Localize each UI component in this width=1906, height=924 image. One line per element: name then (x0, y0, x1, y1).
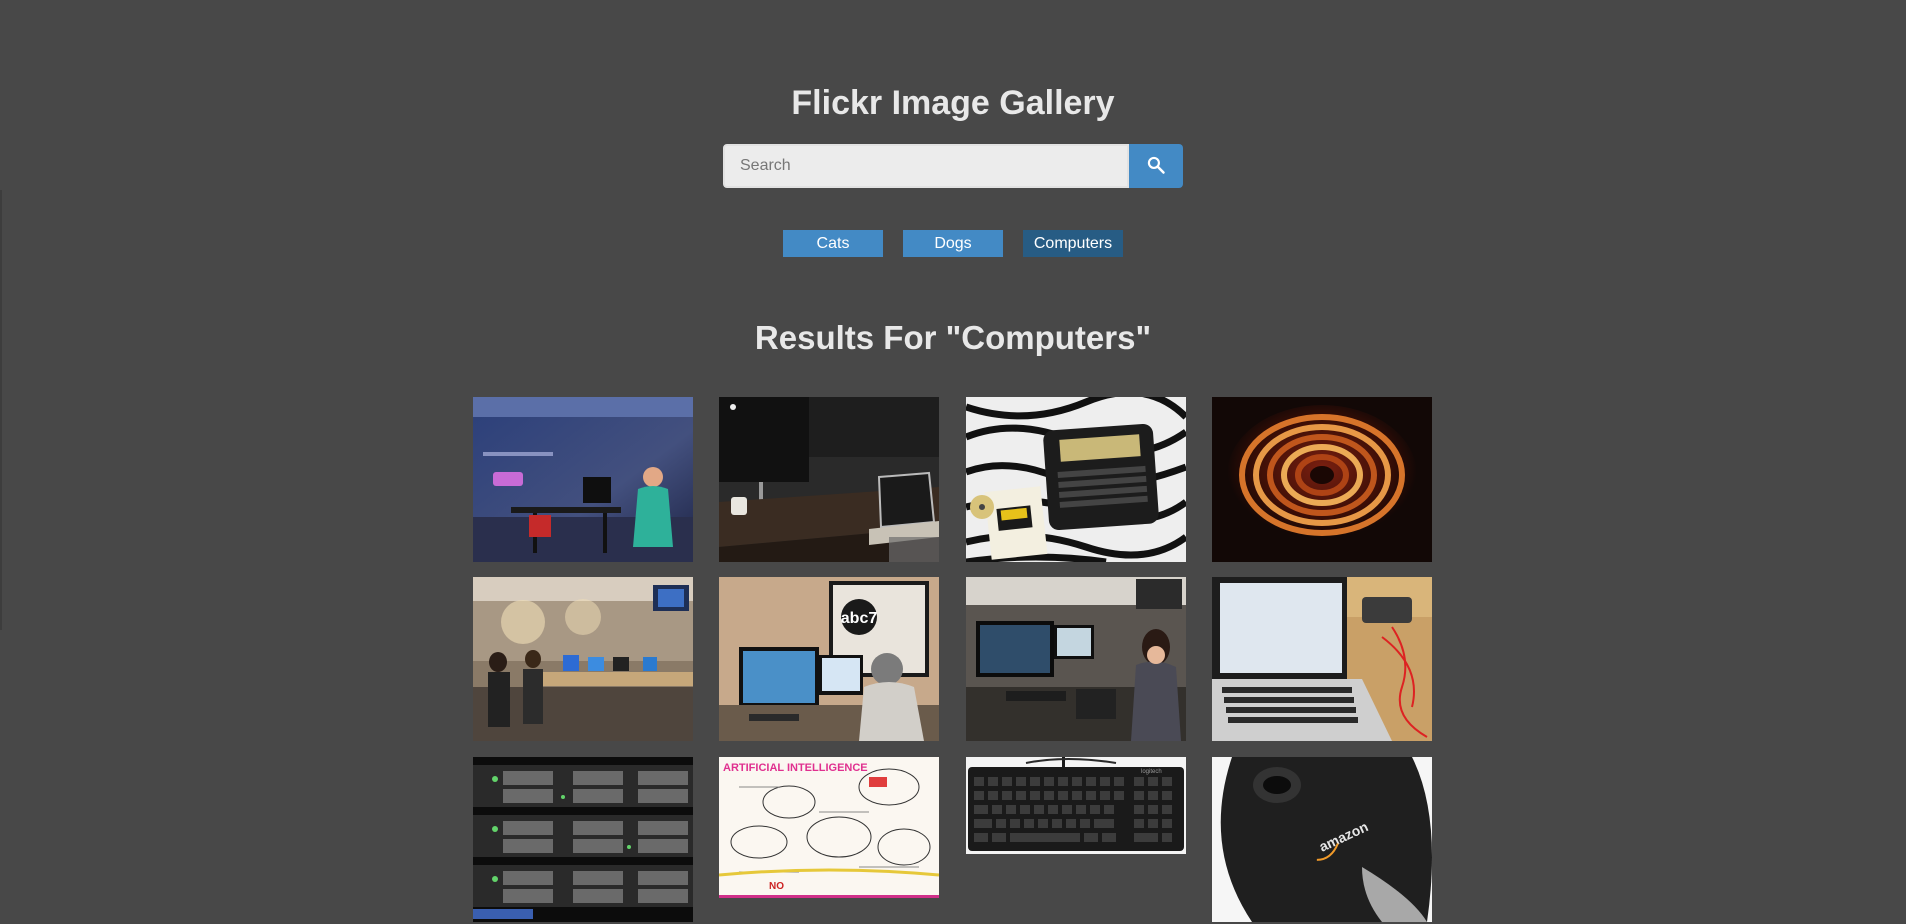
nav-computers-button[interactable]: Computers (1023, 230, 1123, 257)
search-form (723, 144, 1183, 188)
photo-server-rack[interactable] (473, 757, 693, 922)
page-title: Flickr Image Gallery (791, 84, 1115, 122)
photo-abc7-editor[interactable]: abc7 (719, 577, 939, 741)
keyboard-brand: logitech (1141, 769, 1162, 775)
photo-vintage-laptop-zebra[interactable] (966, 397, 1186, 562)
photo-keyboard[interactable]: logitech (966, 757, 1186, 854)
sketchnote-heading: ARTIFICIAL INTELLIGENCE (723, 762, 868, 774)
photo-video-editor[interactable] (966, 577, 1186, 741)
abc7-logo-text: abc7 (841, 610, 878, 627)
results-title: Results For "Computers" (754, 319, 1152, 356)
search-icon (1146, 155, 1166, 178)
photo-laptop-table[interactable] (1212, 577, 1432, 741)
photo-ai-sketchnote[interactable]: ARTIFICIAL INTELLIGENCE NO (719, 757, 939, 898)
sketchnote-no: NO (769, 881, 784, 892)
nav-cats-button[interactable]: Cats (783, 230, 883, 257)
photo-amazon-mouse[interactable]: amazon (1212, 757, 1432, 922)
photo-imac-desk[interactable] (719, 397, 939, 562)
topic-nav: Cats Dogs Computers (0, 230, 1906, 257)
photo-copper-coil[interactable] (1212, 397, 1432, 562)
search-input[interactable] (723, 144, 1129, 188)
page: Flickr Image Gallery Cats Dogs Computers… (0, 0, 1906, 924)
nav-dogs-button[interactable]: Dogs (903, 230, 1003, 257)
photo-newsroom[interactable] (473, 577, 693, 741)
photo-standing-desk[interactable] (473, 397, 693, 562)
search-button[interactable] (1129, 144, 1183, 188)
